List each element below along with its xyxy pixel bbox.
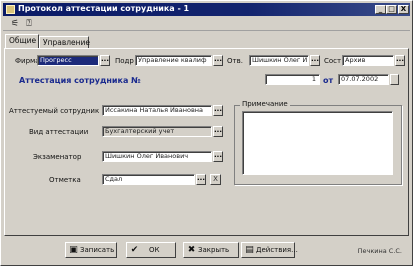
maximize-button[interactable]: □ [386, 5, 397, 14]
tab-management[interactable]: Управление [39, 36, 90, 48]
podr-select-button[interactable]: ... [213, 55, 223, 66]
attestation-heading: Аттестация сотрудника № [19, 76, 141, 85]
close-button[interactable]: X [398, 5, 409, 14]
help-pointer-icon[interactable]: ⍰ [23, 18, 35, 30]
firm-select-button[interactable]: ... [100, 55, 110, 66]
ok-check-icon: ✔ [130, 245, 139, 255]
examiner-select-button[interactable]: ... [213, 151, 223, 162]
save-icon: ▣ [69, 245, 78, 255]
note-textarea[interactable] [242, 111, 393, 175]
doc-date-field[interactable]: 07.07.2002 [338, 74, 389, 85]
actions-button-label: Действия... [256, 246, 298, 254]
ok-button[interactable]: ✔ ОК [126, 242, 176, 258]
grade-select-button[interactable]: ... [196, 174, 206, 185]
author-text: Печкина С.С. [357, 247, 402, 255]
grade-field[interactable]: Сдал [102, 174, 195, 185]
otv-label: Отв. [227, 57, 243, 65]
ok-button-label: ОК [149, 246, 160, 254]
otv-field[interactable]: Шишкин Олег И [249, 55, 309, 66]
grade-label: Отметка [49, 176, 81, 184]
employee-select-button[interactable]: ... [213, 105, 223, 116]
otv-select-button[interactable]: ... [310, 55, 320, 66]
save-button-label: Записать [80, 246, 115, 254]
examiner-label: Экзаменатор [33, 153, 82, 161]
att-type-field[interactable]: Бухгалтерский учет [102, 126, 212, 137]
title-bar[interactable]: Протокол аттестации сотрудника - 1 _ □ X [3, 3, 410, 16]
settings-icon[interactable]: ⚟ [9, 18, 21, 30]
minimize-button[interactable]: _ [375, 5, 386, 14]
close-form-button[interactable]: ✖ Закрыть [183, 242, 239, 258]
button-bar: ▣ Записать ✔ ОК ✖ Закрыть ▤ Действия... … [3, 238, 410, 265]
actions-icon: ▤ [245, 245, 254, 255]
grade-clear-button[interactable]: X [210, 174, 221, 185]
sost-field[interactable]: Архив [342, 55, 394, 66]
close-form-button-label: Закрыть [198, 246, 230, 254]
window-title: Протокол аттестации сотрудника - 1 [18, 4, 190, 13]
employee-label: Аттестуемый сотрудник [9, 107, 100, 115]
note-label: Примечание [240, 100, 290, 108]
examiner-field[interactable]: Шишкин Олег Иванович [102, 151, 212, 162]
att-type-label: Вид аттестации [29, 128, 89, 136]
podr-label: Подр [115, 57, 134, 65]
doc-number-field[interactable]: 1 [265, 74, 320, 85]
toolbar: ⚟ ⍰ [3, 17, 410, 31]
att-type-select-button[interactable]: ... [213, 126, 223, 137]
sost-label: Сост [324, 57, 342, 65]
date-from-label: от [323, 76, 334, 85]
save-button[interactable]: ▣ Записать [65, 242, 117, 258]
firm-label: Фирма [15, 57, 40, 65]
document-icon [6, 5, 15, 14]
sost-select-button[interactable]: ... [395, 55, 405, 66]
close-x-icon: ✖ [187, 245, 196, 255]
podr-field[interactable]: Управление квалиф [135, 55, 212, 66]
employee-field[interactable]: Иссакина Наталья Ивановна [102, 105, 212, 116]
tab-general[interactable]: Общие [5, 34, 39, 48]
document-window: Протокол аттестации сотрудника - 1 _ □ X… [0, 0, 413, 266]
firm-field[interactable]: Прогресс [37, 55, 99, 66]
calendar-button[interactable] [390, 74, 399, 85]
actions-button[interactable]: ▤ Действия... [241, 242, 298, 258]
